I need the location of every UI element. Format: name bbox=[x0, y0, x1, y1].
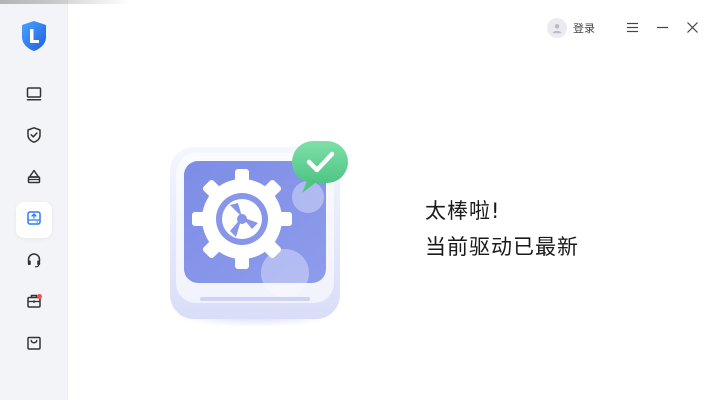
window-top-strip bbox=[0, 0, 130, 4]
notification-dot bbox=[37, 294, 42, 299]
sidebar-item-cleanup[interactable] bbox=[16, 161, 52, 197]
close-button[interactable] bbox=[677, 16, 707, 40]
sidebar-item-support[interactable] bbox=[16, 244, 52, 280]
login-button[interactable]: 登录 bbox=[547, 18, 595, 38]
brush-icon bbox=[25, 168, 43, 190]
minimize-icon bbox=[656, 19, 669, 38]
monitor-icon bbox=[25, 85, 43, 107]
status-subtitle: 当前驱动已最新 bbox=[425, 235, 579, 259]
close-icon bbox=[686, 19, 699, 38]
titlebar-controls: 登录 bbox=[547, 16, 707, 40]
sidebar bbox=[0, 0, 130, 400]
sidebar-item-store[interactable] bbox=[16, 327, 52, 363]
sidebar-item-toolbox[interactable] bbox=[16, 285, 52, 321]
drive-icon bbox=[25, 209, 43, 231]
sidebar-item-monitor[interactable] bbox=[16, 78, 52, 114]
minimize-button[interactable] bbox=[647, 16, 677, 40]
login-label: 登录 bbox=[573, 22, 595, 35]
menu-button[interactable] bbox=[617, 16, 647, 40]
shield-logo-icon bbox=[20, 20, 48, 52]
hamburger-menu-icon bbox=[626, 19, 639, 38]
driver-updated-illustration bbox=[160, 135, 360, 335]
shield-check-icon bbox=[25, 126, 43, 148]
sidebar-item-driver[interactable] bbox=[16, 202, 52, 238]
status-message: 太棒啦! 当前驱动已最新 bbox=[425, 196, 579, 262]
avatar bbox=[547, 18, 567, 38]
status-title: 太棒啦! bbox=[425, 199, 501, 223]
sidebar-item-security[interactable] bbox=[16, 119, 52, 155]
bag-icon bbox=[25, 334, 43, 356]
headset-icon bbox=[25, 251, 43, 273]
